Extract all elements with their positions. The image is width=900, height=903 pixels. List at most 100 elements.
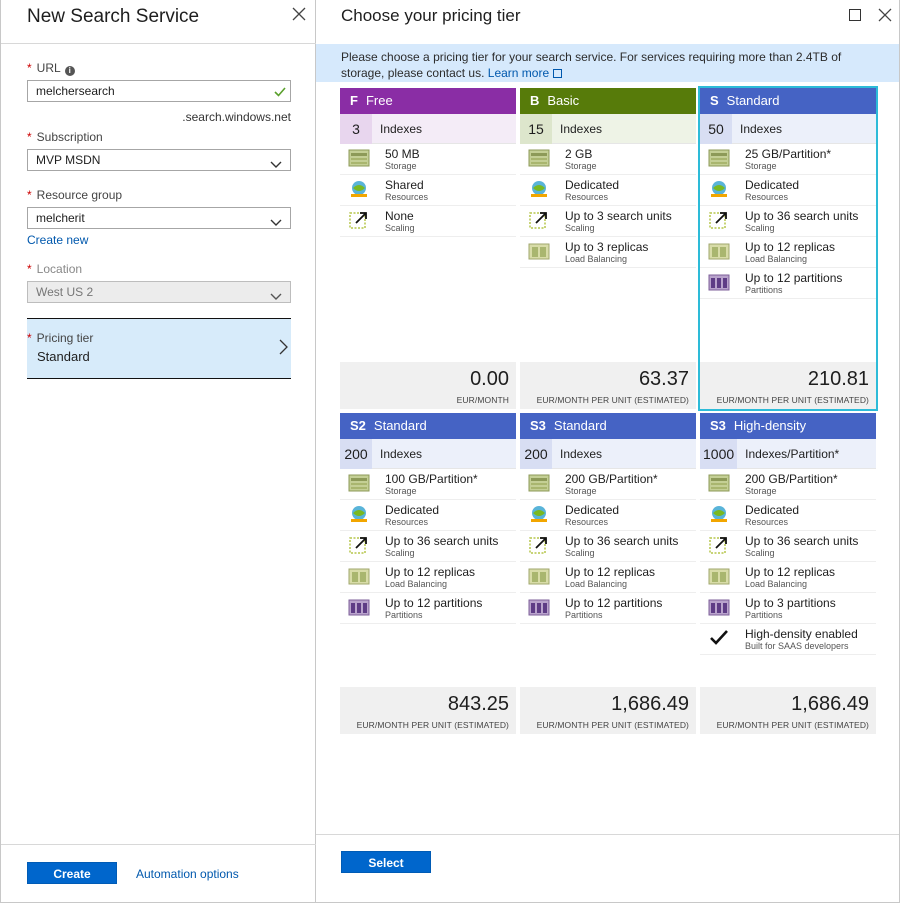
tier-code: F <box>350 93 358 108</box>
subscription-label-text: Subscription <box>36 130 103 144</box>
feature-caption: Scaling <box>565 548 595 558</box>
scaling-icon <box>708 535 730 555</box>
price-value: 210.81 <box>807 368 869 390</box>
pricing-tier-value: Standard <box>37 349 90 364</box>
storage-icon <box>528 473 550 493</box>
price-unit: EUR/MONTH PER UNIT (ESTIMATED) <box>536 720 689 730</box>
learn-more-link[interactable]: Learn more <box>488 66 549 80</box>
pricing-tier-blade: Choose your pricing tier Please choose a… <box>316 0 900 903</box>
indexes-count: 200 <box>340 438 372 469</box>
feature-value: Dedicated <box>745 503 800 517</box>
feature-row: Dedicated Resources <box>700 175 876 206</box>
footer-divider <box>1 844 316 845</box>
feature-caption: Scaling <box>385 223 415 233</box>
subscription-dropdown[interactable]: MVP MSDN <box>27 149 291 171</box>
price-unit: EUR/MONTH PER UNIT (ESTIMATED) <box>536 395 689 405</box>
feature-row: 50 MB Storage <box>340 144 516 175</box>
indexes-count: 1000 <box>700 438 738 469</box>
location-dropdown: West US 2 <box>27 281 291 303</box>
pricing-card-s3[interactable]: S3 Standard 200 Indexes 200 GB/Partition* Sto… <box>520 413 696 734</box>
partitions-icon <box>528 597 550 617</box>
close-icon[interactable] <box>292 7 310 25</box>
url-suffix: .search.windows.net <box>182 110 291 124</box>
select-button[interactable]: Select <box>341 851 431 873</box>
url-input-value: melchersearch <box>36 84 115 98</box>
maximize-icon[interactable] <box>849 9 861 21</box>
storage-icon <box>708 148 730 168</box>
indexes-label: Indexes <box>740 121 783 136</box>
price-footer: 63.37 EUR/MONTH PER UNIT (ESTIMATED) <box>520 362 696 409</box>
feature-row: 25 GB/Partition* Storage <box>700 144 876 175</box>
feature-caption: Resources <box>385 517 429 527</box>
indexes-row: 3 Indexes <box>340 113 516 144</box>
feature-caption: Scaling <box>745 223 775 233</box>
feature-row: Up to 36 search units Scaling <box>700 206 876 237</box>
feature-value: 200 GB/Partition* <box>745 472 838 486</box>
resources-icon <box>708 179 730 199</box>
price-footer: 210.81 EUR/MONTH PER UNIT (ESTIMATED) <box>700 362 876 409</box>
info-icon[interactable]: i <box>64 66 75 76</box>
resources-icon <box>528 504 550 524</box>
indexes-label: Indexes <box>380 121 423 136</box>
url-field-group: * URL i melchersearch .search.windows.net <box>27 60 291 124</box>
location-label-text: Location <box>36 262 83 276</box>
indexes-label: Indexes <box>560 121 603 136</box>
blade-title: Choose your pricing tier <box>341 6 521 25</box>
indexes-row: 50 Indexes <box>700 113 876 144</box>
feature-value: Up to 12 partitions <box>565 596 663 610</box>
feature-caption: Resources <box>565 192 609 202</box>
tier-name: Standard <box>726 93 780 108</box>
resource-group-dropdown[interactable]: melcherit <box>27 207 291 229</box>
feature-caption: Storage <box>385 161 417 171</box>
feature-row: Shared Resources <box>340 175 516 206</box>
feature-value: High-density enabled <box>745 627 858 641</box>
url-label: * URL i <box>27 60 291 76</box>
feature-value: Up to 36 search units <box>745 534 859 548</box>
price-value: 0.00 <box>470 368 509 390</box>
tier-header: B Basic <box>520 88 696 114</box>
automation-options-link[interactable]: Automation options <box>136 867 239 881</box>
feature-value: None <box>385 209 414 223</box>
storage-icon <box>348 473 370 493</box>
indexes-row: 200 Indexes <box>520 438 696 469</box>
external-link-icon[interactable] <box>553 69 563 78</box>
feature-value: Up to 3 partitions <box>745 596 836 610</box>
subscription-field-group: * Subscription MVP MSDN <box>27 129 291 171</box>
tier-code: S2 <box>350 418 366 433</box>
tier-code: S <box>710 93 719 108</box>
price-value: 1,686.49 <box>791 693 869 715</box>
pricing-tier-selector[interactable]: * Pricing tier Standard <box>27 318 291 379</box>
feature-value: Up to 12 replicas <box>385 565 476 579</box>
indexes-label: Indexes/Partition* <box>745 446 840 461</box>
create-button[interactable]: Create <box>27 862 117 884</box>
feature-value: Up to 12 partitions <box>385 596 483 610</box>
create-new-link[interactable]: Create new <box>27 233 291 247</box>
feature-row: 200 GB/Partition* Storage <box>520 469 696 500</box>
feature-caption: Storage <box>745 486 777 496</box>
feature-caption: Load Balancing <box>745 254 808 264</box>
feature-value: Dedicated <box>745 178 800 192</box>
feature-caption: Partitions <box>745 285 783 295</box>
close-icon[interactable] <box>878 8 896 26</box>
feature-row: Dedicated Resources <box>520 500 696 531</box>
required-marker: * <box>27 262 32 276</box>
feature-row: Up to 12 replicas Load Balancing <box>700 562 876 593</box>
price-value: 843.25 <box>447 693 509 715</box>
pricing-card-s3-high-density[interactable]: S3 High-density 1000 Indexes/Partition* 200 … <box>700 413 876 734</box>
tier-header: S2 Standard <box>340 413 516 439</box>
feature-row: 2 GB Storage <box>520 144 696 175</box>
url-input[interactable]: melchersearch <box>27 80 291 102</box>
pricing-card-s2[interactable]: S2 Standard 200 Indexes 100 GB/Partition* Sto… <box>340 413 516 734</box>
scaling-icon <box>708 210 730 230</box>
pricing-card-f[interactable]: F Free 3 Indexes 50 MB Storage Shared Resources… <box>340 88 516 409</box>
feature-row: Dedicated Resources <box>340 500 516 531</box>
feature-caption: Built for SAAS developers <box>745 641 849 651</box>
indexes-label: Indexes <box>380 446 423 461</box>
pricing-card-b[interactable]: B Basic 15 Indexes 2 GB Storage Dedicated Resou… <box>520 88 696 409</box>
tier-header: F Free <box>340 88 516 114</box>
pricing-card-s[interactable]: S Standard 50 Indexes 25 GB/Partition* Storag… <box>698 86 878 411</box>
resources-icon <box>708 504 730 524</box>
location-label: * Location <box>27 261 291 277</box>
feature-value: 200 GB/Partition* <box>565 472 658 486</box>
checkmark-icon <box>708 628 730 648</box>
